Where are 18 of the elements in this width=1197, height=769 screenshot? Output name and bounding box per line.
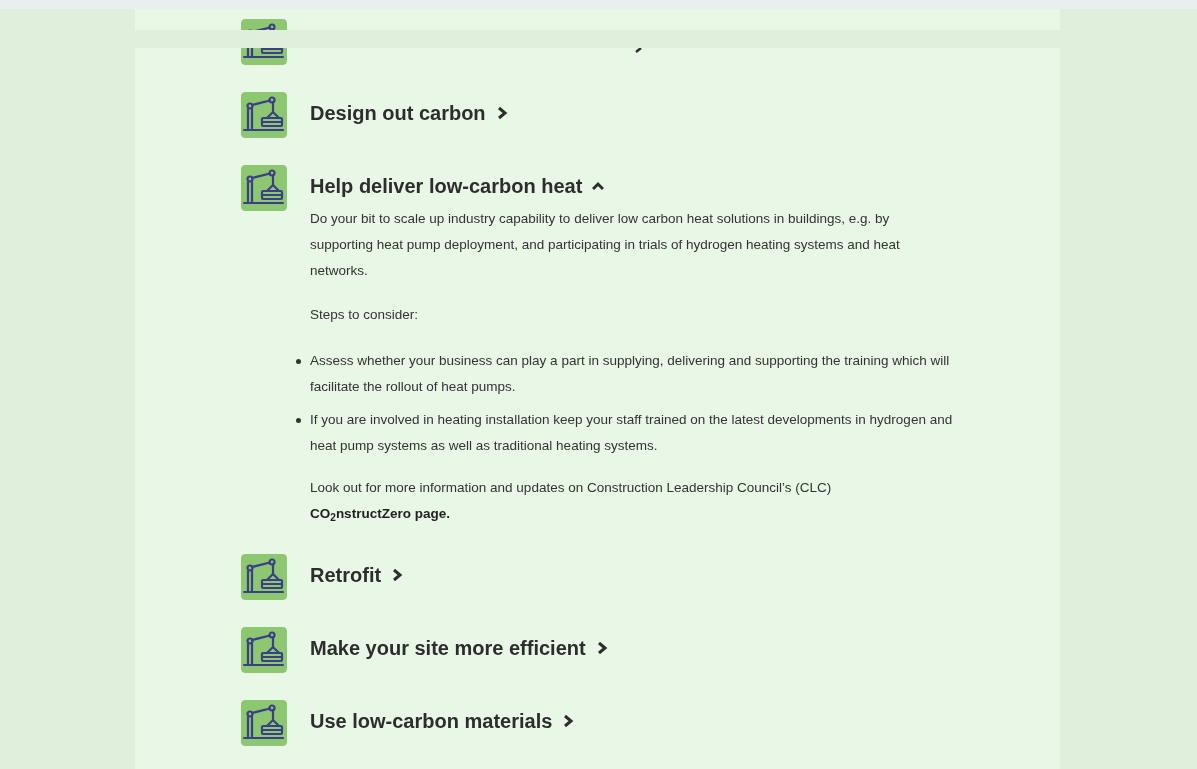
constructzero-link[interactable]: CO$_{2}$nstructZero page. — [310, 506, 450, 521]
accordion-header[interactable]: Design out carbon — [310, 100, 508, 126]
crane-icon — [241, 627, 287, 673]
crane-icon — [241, 700, 287, 746]
steps-heading: Steps to consider: — [310, 306, 420, 324]
bullet-text: Assess whether your business can play a part in supplying, delivering and supporting the training which will facilitate the rollout of heat pumps. — [310, 352, 951, 396]
accordion-header[interactable]: Make your site more efficient — [310, 635, 608, 661]
accordion-header[interactable]: Retrofit — [310, 562, 404, 588]
accordion-header[interactable]: Use low-carbon materials — [310, 708, 575, 734]
crane-icon — [241, 92, 287, 138]
bullet-icon — [296, 359, 301, 364]
bullet-text: If you are involved in heating installation keep your staff trained on the latest developments in hydrogen and heat pump systems as well as traditional heating systems. — [310, 411, 954, 455]
intro-paragraph: Do your bit to scale up industry capability to deliver low carbon heat solutions in buildings, e.g. by supporting heat pump deployment, and participating in trials of hydrogen heating systems and heat networks. — [310, 210, 901, 280]
crane-icon — [241, 554, 287, 600]
crane-icon — [241, 165, 287, 211]
bullet-icon — [296, 418, 301, 423]
accordion-header[interactable]: Help deliver low-carbon heat — [310, 173, 955, 199]
note-paragraph: Look out for more information and updates on Construction Leadership Council’s (CLC) CO$_{2}$nstructZero page. — [310, 479, 833, 525]
